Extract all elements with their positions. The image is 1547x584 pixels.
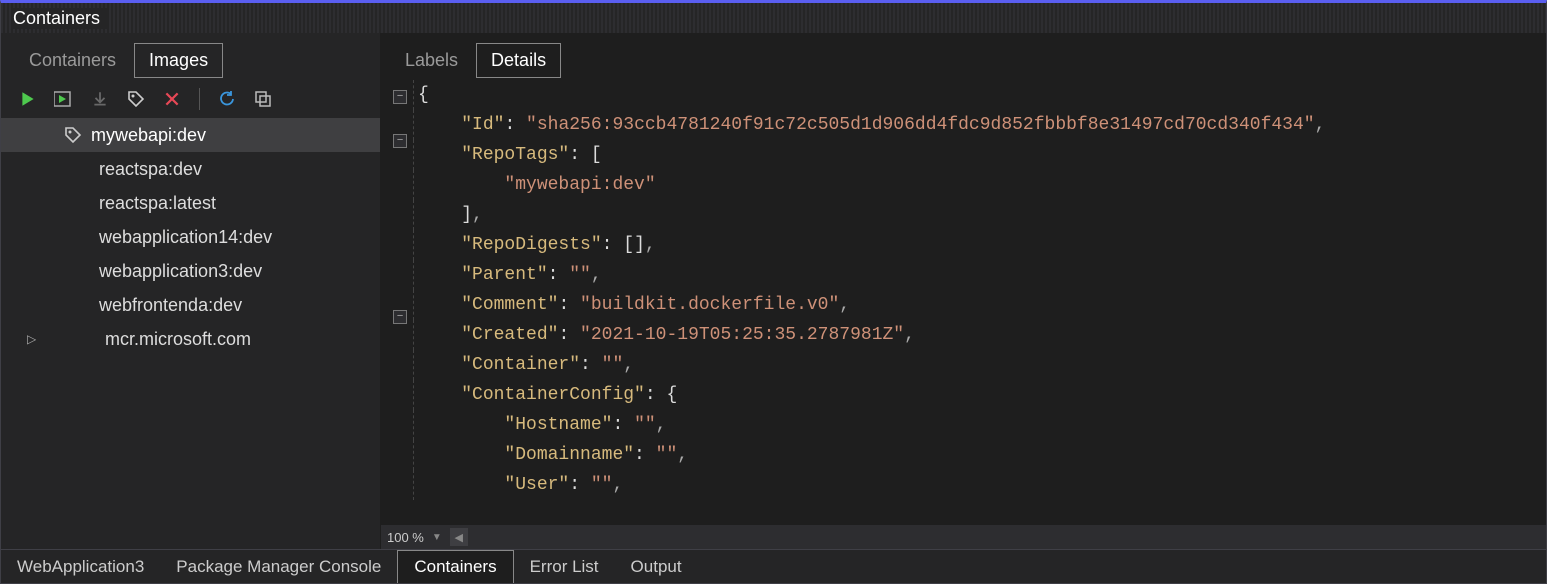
image-item[interactable]: webapplication3:dev [1, 254, 380, 288]
image-item[interactable]: reactspa:dev [1, 152, 380, 186]
toolbar [1, 84, 380, 116]
fold-gutter-blank [393, 156, 407, 170]
expander-icon[interactable]: ▷ [27, 332, 41, 346]
fold-gutter-blank [393, 288, 407, 302]
image-item-label: webapplication14:dev [99, 227, 272, 248]
download-icon[interactable] [89, 88, 111, 110]
fold-gutter-blank [393, 112, 407, 126]
right-sub-tabs: Labels Details [381, 33, 1546, 80]
prune-icon[interactable] [252, 88, 274, 110]
json-editor[interactable]: − − − { "Id": "sha256:93ccb4781240f91c72c5… [381, 80, 1546, 525]
image-item[interactable]: webapplication14:dev [1, 220, 380, 254]
fold-gutter-blank [393, 332, 407, 346]
refresh-icon[interactable] [216, 88, 238, 110]
code-line: "Created": "2021-10-19T05:25:35.2787981Z… [413, 320, 1546, 350]
bottom-tab[interactable]: Package Manager Console [160, 550, 397, 583]
image-item-label: mcr.microsoft.com [105, 329, 251, 350]
code-line: { [413, 80, 1546, 110]
code-line: "User": "", [413, 470, 1546, 500]
code-line: "Hostname": "", [413, 410, 1546, 440]
zoom-bar: 100 % ▼ ◀ [381, 525, 1546, 549]
fold-gutter-blank [393, 200, 407, 214]
image-item-label: mywebapi:dev [91, 125, 206, 146]
fold-toggle-icon[interactable]: − [393, 310, 407, 324]
fold-gutter-blank [393, 266, 407, 280]
code-content: { "Id": "sha256:93ccb4781240f91c72c505d1… [413, 80, 1546, 525]
delete-icon[interactable] [161, 88, 183, 110]
tab-containers[interactable]: Containers [15, 44, 130, 77]
tab-details[interactable]: Details [476, 43, 561, 78]
code-line: ], [413, 200, 1546, 230]
zoom-level[interactable]: 100 % [387, 530, 424, 545]
fold-gutter: − − − [387, 80, 413, 525]
fold-gutter-blank [393, 376, 407, 390]
fold-gutter-blank [393, 178, 407, 192]
code-line: "Id": "sha256:93ccb4781240f91c72c505d1d9… [413, 110, 1546, 140]
hscroll-left-icon[interactable]: ◀ [450, 528, 468, 546]
tab-labels[interactable]: Labels [391, 44, 472, 77]
code-line: "RepoTags": [ [413, 140, 1546, 170]
image-item-label: reactspa:dev [99, 159, 202, 180]
fold-toggle-icon[interactable]: − [393, 134, 407, 148]
fold-gutter-blank [393, 244, 407, 258]
right-pane: Labels Details − − − { "Id": "sha256:93ccb… [381, 33, 1546, 549]
bottom-tab[interactable]: Containers [397, 550, 513, 583]
code-line: "ContainerConfig": { [413, 380, 1546, 410]
code-line: "Parent": "", [413, 260, 1546, 290]
panel-title-bar[interactable]: Containers [1, 3, 1546, 33]
run-icon[interactable] [17, 88, 39, 110]
fold-gutter-blank [393, 354, 407, 368]
code-line: "Comment": "buildkit.dockerfile.v0", [413, 290, 1546, 320]
code-line: "RepoDigests": [], [413, 230, 1546, 260]
left-sub-tabs: Containers Images [1, 33, 380, 84]
image-item-label: webfrontenda:dev [99, 295, 242, 316]
zoom-dropdown-icon[interactable]: ▼ [432, 532, 442, 543]
image-item[interactable]: webfrontenda:dev [1, 288, 380, 322]
image-item[interactable]: ▷ mcr.microsoft.com [1, 322, 380, 356]
image-item[interactable]: reactspa:latest [1, 186, 380, 220]
containers-panel: Containers Containers Images [0, 0, 1547, 584]
image-item[interactable]: mywebapi:dev [1, 118, 380, 152]
panel-title: Containers [13, 8, 108, 29]
left-pane: Containers Images [1, 33, 381, 549]
fold-toggle-icon[interactable]: − [393, 90, 407, 104]
code-line: "Container": "", [413, 350, 1546, 380]
image-item-label: webapplication3:dev [99, 261, 262, 282]
tag-icon[interactable] [125, 88, 147, 110]
tag-icon [63, 125, 83, 145]
bottom-tab-strip: WebApplication3Package Manager ConsoleCo… [1, 549, 1546, 583]
bottom-tab[interactable]: WebApplication3 [1, 550, 160, 583]
toolbar-divider [199, 88, 200, 110]
image-tree: mywebapi:dev reactspa:dev reactspa:latest w… [1, 116, 380, 549]
bottom-tab[interactable]: Output [615, 550, 698, 583]
tab-images[interactable]: Images [134, 43, 223, 78]
code-line: "Domainname": "", [413, 440, 1546, 470]
run-in-window-icon[interactable] [53, 88, 75, 110]
fold-gutter-blank [393, 222, 407, 236]
bottom-tab[interactable]: Error List [514, 550, 615, 583]
image-item-label: reactspa:latest [99, 193, 216, 214]
code-line: "mywebapi:dev" [413, 170, 1546, 200]
